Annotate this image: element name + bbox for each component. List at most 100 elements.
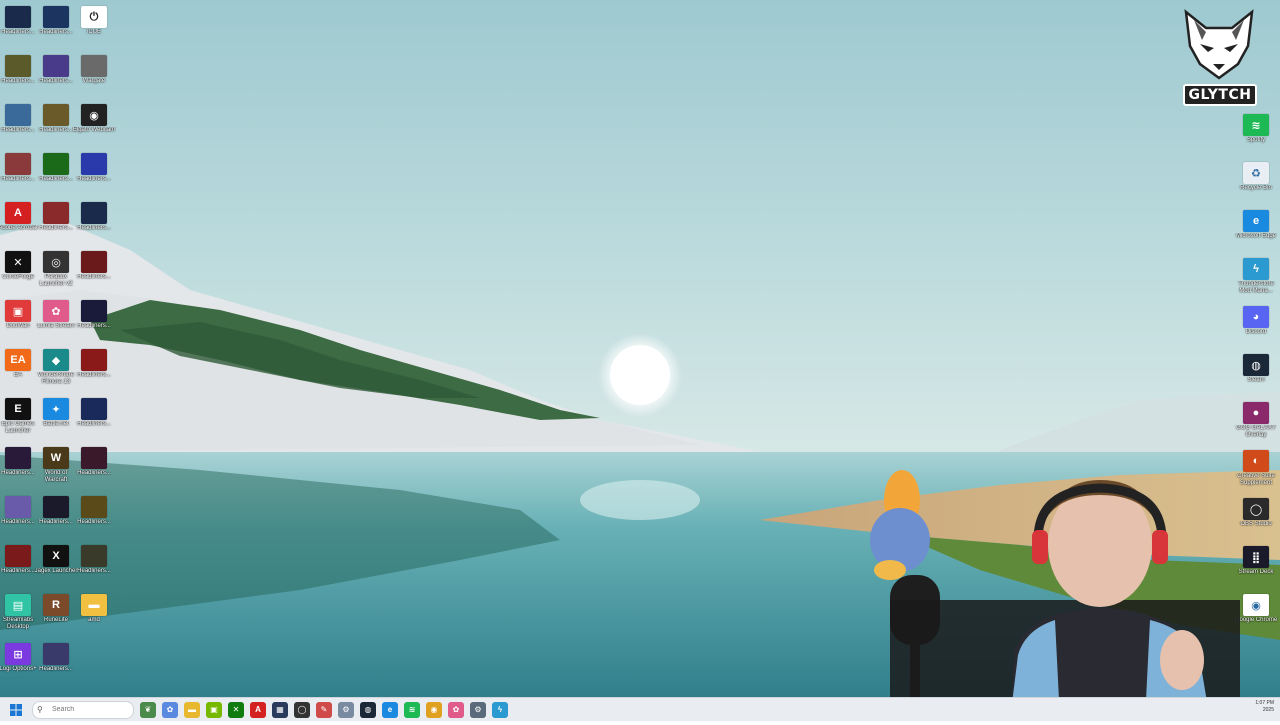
app-icon: ✦ — [43, 398, 69, 420]
app-icon — [81, 251, 107, 273]
app-icon — [5, 153, 31, 175]
app-icon: ◉ — [81, 104, 107, 126]
desktop-icon-label: Headliners... — [77, 372, 111, 378]
app-terminal-icon[interactable]: ▦ — [272, 701, 288, 718]
app-acrobat-icon[interactable]: A — [250, 701, 266, 718]
glytch-logo: GLYTCH — [1180, 6, 1258, 106]
app-icon: ◆ — [43, 349, 69, 371]
brand-text: GLYTCH — [1183, 84, 1257, 106]
app-icon: ◕ — [1243, 306, 1269, 328]
app-icon — [5, 447, 31, 469]
desktop-icon-label: iCUE — [86, 29, 101, 35]
app-icon — [43, 104, 69, 126]
app-icon: ◍ — [1243, 354, 1269, 376]
app-icon — [81, 55, 107, 77]
streamer-webcam-image — [870, 470, 1240, 720]
desktop-icon-label: Headliners... — [77, 274, 111, 280]
webcam-overlay — [860, 450, 1260, 720]
desktop-icon-label: Headliners... — [77, 323, 111, 329]
system-tray-clock[interactable]: 1:07 PM 2025 — [1255, 700, 1274, 714]
desktop-icon[interactable]: ◕ Discord — [1234, 306, 1278, 336]
app-icon — [43, 496, 69, 518]
app-obs-icon[interactable]: ◯ — [294, 701, 310, 718]
desktop-icon-label: Headliners... — [77, 568, 111, 574]
app-icon: ◎ — [43, 251, 69, 273]
desktop-icon[interactable]: Headliners... — [72, 251, 116, 281]
desktop-icon[interactable]: Headliners... — [72, 496, 116, 526]
desktop-icon[interactable]: Headliners... — [72, 545, 116, 575]
desktop-icon-label: Headliners... — [77, 519, 111, 525]
desktop-icon-label: Headliners... — [77, 176, 111, 182]
desktop-icon-label: Headliners... — [77, 225, 111, 231]
app-xbox-icon[interactable]: ✕ — [228, 701, 244, 718]
app-icon: ● — [1243, 402, 1269, 424]
desktop-icon[interactable]: ● GOG GALAXY Overlay — [1234, 402, 1278, 439]
app-icon: A — [5, 202, 31, 224]
desktop-icon-label: Steam — [1247, 377, 1265, 383]
search-input[interactable] — [49, 706, 122, 713]
app-spotify-icon[interactable]: ≋ — [404, 701, 420, 718]
desktop-icon[interactable]: Headliners... — [72, 202, 116, 232]
app-paint-icon[interactable]: ✎ — [316, 701, 332, 718]
desktop-icon[interactable]: ⏻ iCUE — [72, 6, 116, 36]
desktop-icon-label: Wargate — [82, 78, 106, 84]
desktop-icon[interactable]: Headliners... — [34, 643, 78, 673]
desktop-icon[interactable]: Headliners... — [72, 153, 116, 183]
app-icon: e — [1243, 210, 1269, 232]
app-icon: ▬ — [81, 594, 107, 616]
app-icon — [81, 153, 107, 175]
desktop-icon-label: amd — [88, 617, 100, 623]
desktop-icon[interactable]: Headliners... — [72, 349, 116, 379]
app-leaf-icon[interactable]: ❦ — [140, 701, 156, 718]
app-icon: EA — [5, 349, 31, 371]
desktop-icon-label: Spotify — [1246, 137, 1266, 143]
app-icon — [81, 398, 107, 420]
app-icon — [5, 55, 31, 77]
taskbar-search[interactable]: ⚲ — [32, 700, 134, 719]
fox-head-icon — [1184, 9, 1254, 80]
desktop-icon[interactable]: Wargate — [72, 55, 116, 85]
desktop-icon[interactable]: Headliners... — [72, 398, 116, 428]
desktop-icon-label: Headliners... — [39, 666, 73, 672]
app-icon: ⏻ — [81, 6, 107, 28]
app-icon — [81, 496, 107, 518]
desktop-icon-label: GOG GALAXY Overlay — [1236, 425, 1276, 438]
app-icon: ✿ — [43, 300, 69, 322]
desktop-icon[interactable]: ◍ Steam — [1234, 354, 1278, 384]
desktop-icon[interactable]: ♻ Recycle Bin — [1234, 162, 1278, 192]
app-steam-icon[interactable]: ◍ — [360, 701, 376, 718]
app-icon — [43, 6, 69, 28]
app-copilot-icon[interactable]: ✿ — [162, 701, 178, 718]
desktop-icon[interactable]: ≋ Spotify — [1234, 114, 1278, 144]
app-icon: ϟ — [1243, 258, 1269, 280]
desktop-icon[interactable]: Headliners... — [72, 447, 116, 477]
app-icon — [43, 153, 69, 175]
app-icon — [5, 104, 31, 126]
app-icon — [43, 202, 69, 224]
app-nvidia-icon[interactable]: ▣ — [206, 701, 222, 718]
desktop-icon-label: Discord — [1245, 329, 1267, 335]
app-icon — [43, 55, 69, 77]
app-explorer-icon[interactable]: ▬ — [184, 701, 200, 718]
app-edge-icon[interactable]: e — [382, 701, 398, 718]
taskbar: ⚲ ❦ ✿ ▬ ▣ ✕ A ▦ ◯ ✎ ⚙ ◍ e ≋ ◉ ✿ ⚙ ϟ 1:07 PM 2025 — [0, 697, 1280, 721]
app-chrome-icon[interactable]: ◉ — [426, 701, 442, 718]
app-icon — [43, 643, 69, 665]
desktop-icon[interactable]: Headliners... — [72, 300, 116, 330]
desktop-icon[interactable]: ▬ amd — [72, 594, 116, 624]
windows-icon — [10, 703, 22, 716]
app-icon: E — [5, 398, 31, 420]
app-thunderstore-icon[interactable]: ϟ — [492, 701, 508, 718]
app-icon — [5, 6, 31, 28]
start-button[interactable] — [8, 702, 24, 718]
desktop-icon[interactable]: ϟ Thunderstore Mod Mana... — [1234, 258, 1278, 295]
app-icon — [5, 545, 31, 567]
desktop-icon[interactable]: ◉ Elgato Webcam — [72, 104, 116, 134]
app-gear-icon[interactable]: ⚙ — [470, 701, 486, 718]
app-lumia-icon[interactable]: ✿ — [448, 701, 464, 718]
desktop-icon[interactable]: e Microsoft Edge — [1234, 210, 1278, 240]
app-icon: X — [43, 545, 69, 567]
clock-date: 2025 — [1262, 707, 1274, 713]
desktop-icon-label: Headliners... — [77, 421, 111, 427]
app-settings-icon[interactable]: ⚙ — [338, 701, 354, 718]
